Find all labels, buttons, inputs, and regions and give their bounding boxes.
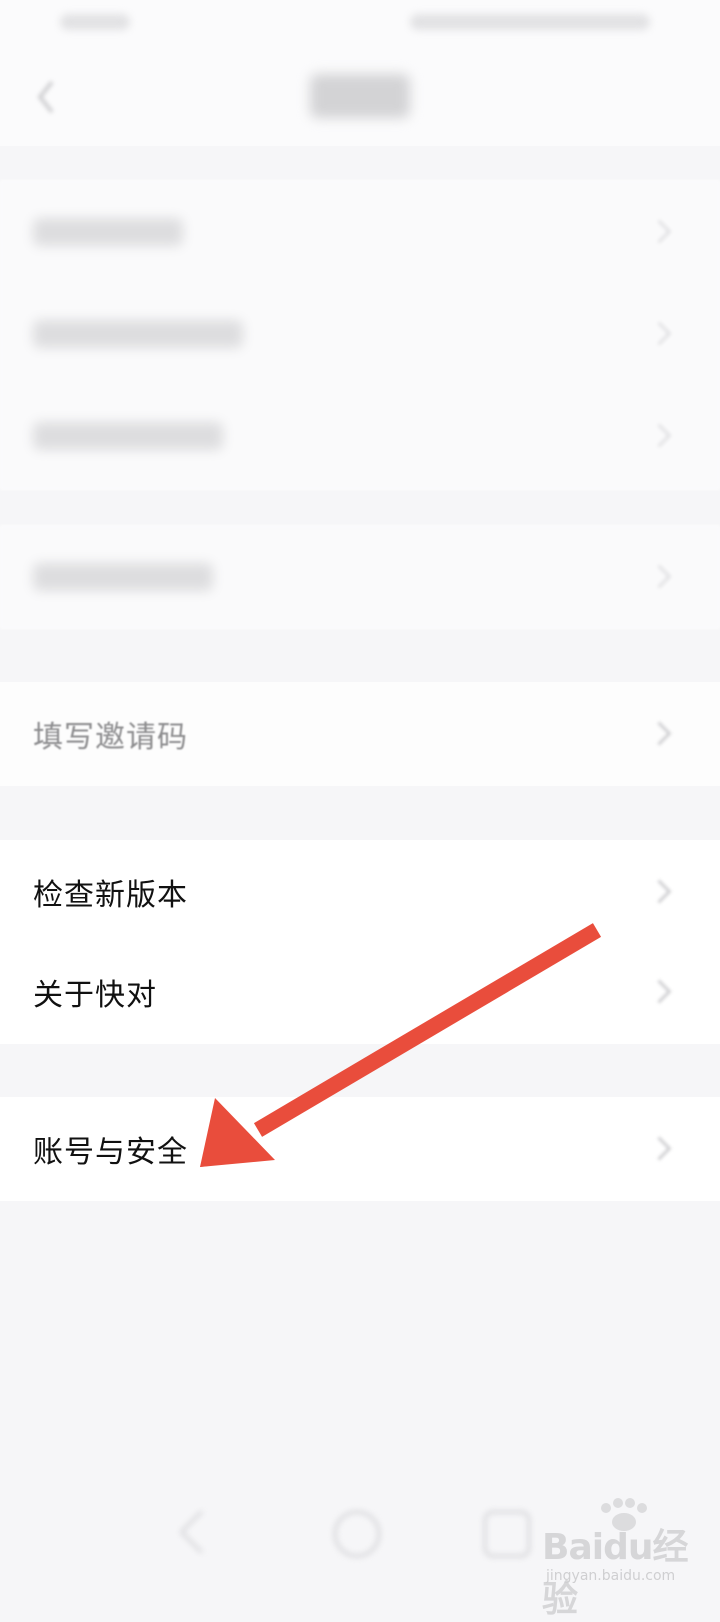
about-label: 关于快对: [33, 978, 157, 1013]
row-label-blurred: [33, 320, 243, 348]
account-security-label: 账号与安全: [33, 1135, 188, 1170]
invite-code-label: 填写邀请码: [33, 720, 188, 755]
chevron-right-icon: [647, 321, 672, 346]
watermark-url: jingyan.baidu.com: [546, 1568, 676, 1584]
chevron-right-icon: [647, 879, 672, 904]
chevron-right-icon: [647, 1136, 672, 1161]
settings-row-blurred-1[interactable]: [0, 180, 720, 284]
settings-group-2: [0, 525, 720, 629]
settings-group-3: 填写邀请码: [0, 682, 720, 786]
invite-code-row[interactable]: 填写邀请码: [0, 682, 720, 786]
chevron-right-icon: [647, 219, 672, 244]
nav-home-icon[interactable]: [333, 1510, 381, 1558]
check-version-label: 检查新版本: [33, 878, 188, 913]
row-label-blurred: [33, 563, 213, 591]
status-bar: [0, 0, 720, 50]
settings-group-1: [0, 180, 720, 490]
chevron-right-icon: [647, 423, 672, 448]
chevron-right-icon: [647, 564, 672, 589]
row-label-blurred: [33, 422, 223, 450]
account-security-row[interactable]: 账号与安全: [0, 1097, 720, 1201]
status-indicators-blur: [410, 14, 650, 30]
settings-row-blurred-3[interactable]: [0, 384, 720, 488]
settings-group-4: 检查新版本 关于快对: [0, 840, 720, 1044]
settings-row-blurred-2[interactable]: [0, 282, 720, 386]
settings-group-5: 账号与安全: [0, 1097, 720, 1201]
settings-row-blurred-4[interactable]: [0, 525, 720, 629]
chevron-right-icon: [647, 721, 672, 746]
about-row[interactable]: 关于快对: [0, 940, 720, 1044]
row-label-blurred: [33, 218, 183, 246]
check-version-row[interactable]: 检查新版本: [0, 840, 720, 944]
back-icon[interactable]: [36, 80, 56, 114]
top-nav-bar: [0, 50, 720, 146]
baidu-watermark: Baidu经验 jingyan.baidu.com: [542, 1498, 718, 1620]
status-carrier-blur: [60, 14, 130, 30]
page-title-blurred: [310, 74, 410, 118]
chevron-right-icon: [647, 979, 672, 1004]
nav-recents-icon[interactable]: [483, 1510, 531, 1558]
